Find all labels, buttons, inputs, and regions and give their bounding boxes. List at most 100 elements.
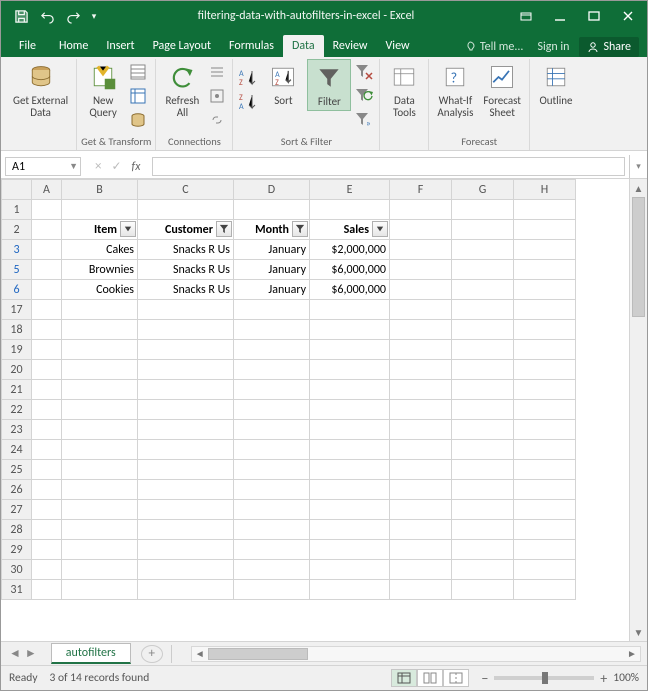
connections-icon[interactable] (206, 61, 228, 83)
filter-dropdown-month[interactable] (292, 221, 308, 237)
edit-links-icon[interactable] (206, 109, 228, 131)
name-box[interactable]: A1▼ (5, 157, 81, 176)
row-header-22[interactable]: 22 (2, 400, 32, 420)
sort-button[interactable]: AZ Sort (261, 59, 305, 109)
cell-C25[interactable] (138, 460, 234, 480)
cell-F22[interactable] (390, 400, 452, 420)
cell-F23[interactable] (390, 420, 452, 440)
row-header-23[interactable]: 23 (2, 420, 32, 440)
cell-D19[interactable] (234, 340, 310, 360)
cell-A31[interactable] (32, 580, 62, 600)
cell-F19[interactable] (390, 340, 452, 360)
scroll-thumb[interactable] (632, 197, 645, 317)
sheet-next-icon[interactable]: ► (25, 646, 37, 661)
vertical-scrollbar[interactable]: ▲ ▼ (629, 179, 647, 641)
cell-H19[interactable] (514, 340, 576, 360)
cell-E17[interactable] (310, 300, 390, 320)
sort-za-icon[interactable]: ZA (237, 91, 259, 113)
cell-A30[interactable] (32, 560, 62, 580)
cell-D23[interactable] (234, 420, 310, 440)
row-header-21[interactable]: 21 (2, 380, 32, 400)
cell-A18[interactable] (32, 320, 62, 340)
cell-G19[interactable] (452, 340, 514, 360)
cell-H17[interactable] (514, 300, 576, 320)
cell-H30[interactable] (514, 560, 576, 580)
sheet-prev-icon[interactable]: ◄ (9, 646, 21, 661)
cell-F2[interactable] (390, 220, 452, 240)
cell-E31[interactable] (310, 580, 390, 600)
row-header-1[interactable]: 1 (2, 200, 32, 220)
cell-F1[interactable] (390, 200, 452, 220)
scroll-right-icon[interactable]: ► (624, 647, 640, 661)
cell-G18[interactable] (452, 320, 514, 340)
cell-G20[interactable] (452, 360, 514, 380)
cell-B24[interactable] (62, 440, 138, 460)
cell-G23[interactable] (452, 420, 514, 440)
cell-E22[interactable] (310, 400, 390, 420)
cell-D3[interactable]: January (234, 240, 310, 260)
cell-B31[interactable] (62, 580, 138, 600)
cell-C28[interactable] (138, 520, 234, 540)
cell-C31[interactable] (138, 580, 234, 600)
cell-G5[interactable] (452, 260, 514, 280)
cell-G30[interactable] (452, 560, 514, 580)
cell-D29[interactable] (234, 540, 310, 560)
view-normal-icon[interactable] (391, 669, 417, 687)
cell-A5[interactable] (32, 260, 62, 280)
cell-G22[interactable] (452, 400, 514, 420)
tab-view[interactable]: View (377, 35, 419, 57)
cell-F24[interactable] (390, 440, 452, 460)
undo-icon[interactable] (35, 4, 59, 28)
ribbon-options-icon[interactable] (511, 4, 541, 28)
cell-G17[interactable] (452, 300, 514, 320)
cell-E1[interactable] (310, 200, 390, 220)
cell-C30[interactable] (138, 560, 234, 580)
show-queries-icon[interactable] (127, 61, 149, 83)
cell-B30[interactable] (62, 560, 138, 580)
cell-F29[interactable] (390, 540, 452, 560)
forecast-sheet-button[interactable]: Forecast Sheet (479, 59, 525, 121)
cell-A19[interactable] (32, 340, 62, 360)
cell-G28[interactable] (452, 520, 514, 540)
cell-B19[interactable] (62, 340, 138, 360)
cell-B27[interactable] (62, 500, 138, 520)
cell-H21[interactable] (514, 380, 576, 400)
cell-C18[interactable] (138, 320, 234, 340)
cell-H1[interactable] (514, 200, 576, 220)
cell-G3[interactable] (452, 240, 514, 260)
cell-E2[interactable]: Sales (310, 220, 390, 240)
cell-E23[interactable] (310, 420, 390, 440)
cell-B1[interactable] (62, 200, 138, 220)
cell-E28[interactable] (310, 520, 390, 540)
hscroll-thumb[interactable] (208, 648, 308, 660)
cell-A24[interactable] (32, 440, 62, 460)
row-header-30[interactable]: 30 (2, 560, 32, 580)
filter-button[interactable]: Filter (307, 59, 351, 111)
close-icon[interactable] (613, 4, 643, 28)
col-header-D[interactable]: D (234, 180, 310, 200)
cell-A29[interactable] (32, 540, 62, 560)
zoom-slider[interactable] (494, 676, 594, 680)
cell-A20[interactable] (32, 360, 62, 380)
cell-B25[interactable] (62, 460, 138, 480)
cell-E30[interactable] (310, 560, 390, 580)
cell-B23[interactable] (62, 420, 138, 440)
chevron-down-icon[interactable]: ▼ (69, 161, 78, 172)
cell-F18[interactable] (390, 320, 452, 340)
cell-E26[interactable] (310, 480, 390, 500)
reapply-filter-icon[interactable] (353, 85, 375, 107)
cell-G24[interactable] (452, 440, 514, 460)
cell-H24[interactable] (514, 440, 576, 460)
cell-C20[interactable] (138, 360, 234, 380)
cell-H18[interactable] (514, 320, 576, 340)
cell-A23[interactable] (32, 420, 62, 440)
select-all-corner[interactable] (2, 180, 32, 200)
cell-G31[interactable] (452, 580, 514, 600)
zoom-out-icon[interactable]: − (481, 670, 488, 687)
cell-D17[interactable] (234, 300, 310, 320)
filter-dropdown-customer[interactable] (216, 221, 232, 237)
refresh-all-button[interactable]: Refresh All (160, 59, 204, 121)
sort-az-icon[interactable]: AZ (237, 67, 259, 89)
minimize-icon[interactable] (545, 4, 575, 28)
cell-H29[interactable] (514, 540, 576, 560)
